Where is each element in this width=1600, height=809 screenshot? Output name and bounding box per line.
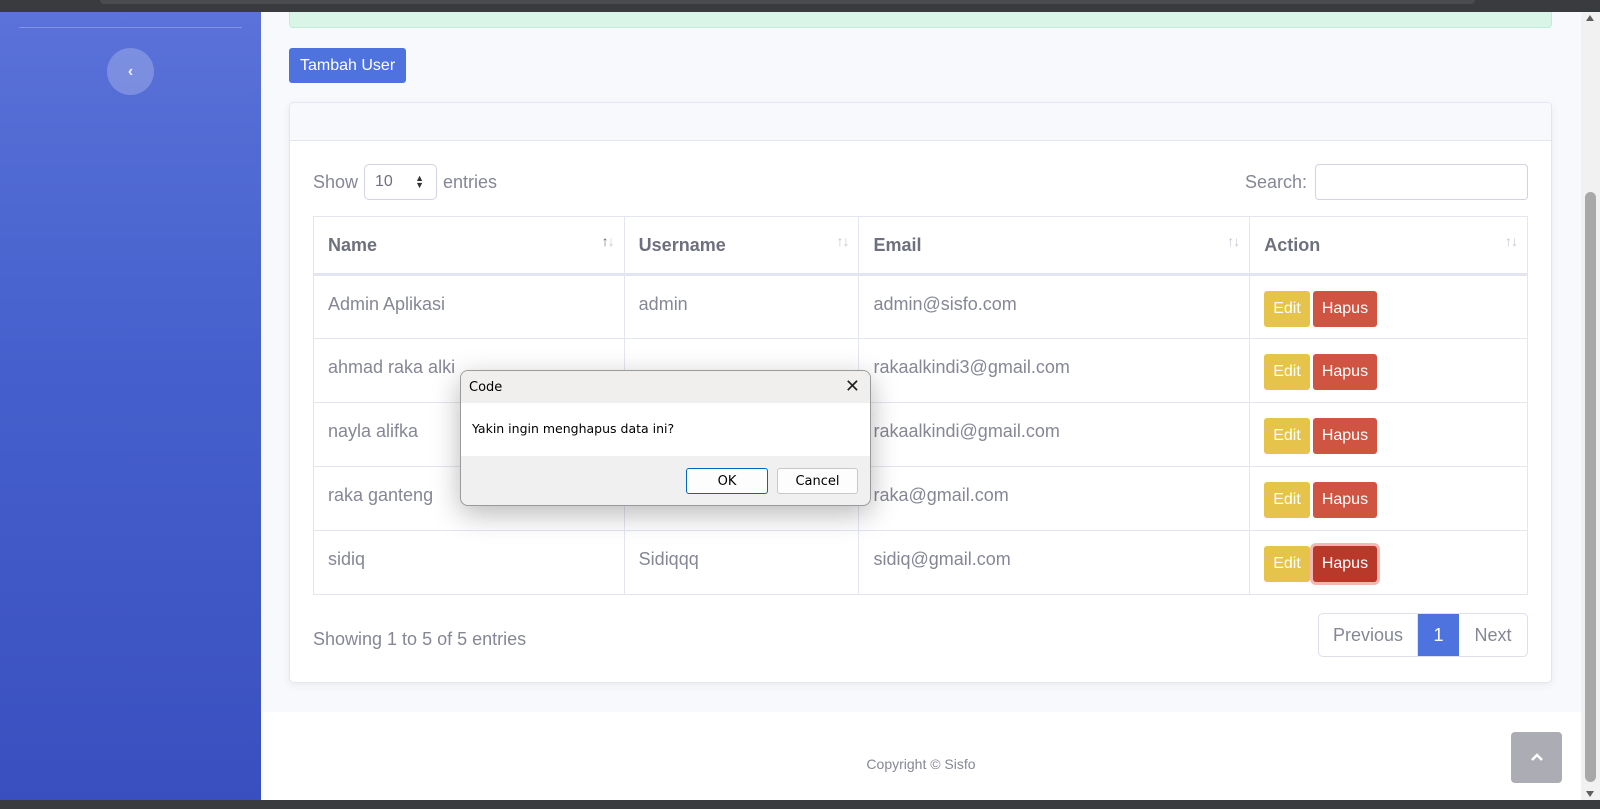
cell-name: Admin Aplikasi [313, 274, 625, 339]
dialog-title: Code [469, 380, 503, 395]
sidebar-divider [19, 27, 242, 28]
cell-email: rakaalkindi@gmail.com [858, 402, 1251, 467]
table-row: sidiq Sidiqqq sidiq@gmail.com Edit Hapus [313, 530, 1528, 595]
sort-icon: ↑↓ [1505, 233, 1518, 249]
length-label-suffix: entries [443, 171, 498, 192]
column-header-email[interactable]: Email ↑↓ [858, 216, 1251, 276]
table-header-row: Name ↑↓ Username ↑↓ Email ↑↓ Action ↑↓ [313, 216, 1528, 276]
edit-button[interactable]: Edit [1264, 354, 1310, 390]
delete-button[interactable]: Hapus [1312, 354, 1378, 390]
pagination-page-current[interactable]: 1 [1418, 614, 1459, 656]
edit-button[interactable]: Edit [1264, 546, 1310, 582]
chevron-left-icon: ‹ [127, 62, 134, 80]
dialog-body: Yakin ingin menghapus data ini? [461, 403, 870, 456]
dialog-cancel-button[interactable]: Cancel [777, 468, 858, 494]
sort-icon: ↑↓ [1227, 233, 1240, 249]
sidebar: ‹ [0, 12, 261, 800]
edit-button[interactable]: Edit [1264, 291, 1310, 327]
entries-length-control: Show 10 ▲ ▼ entries [313, 164, 497, 200]
table-search: Search: [1245, 164, 1528, 200]
dialog-message: Yakin ingin menghapus data ini? [472, 421, 675, 436]
browser-bottom-edge [0, 800, 1600, 809]
cell-username: Sidiqqq [623, 530, 860, 595]
cell-action: Edit Hapus [1249, 274, 1528, 339]
chevron-up-icon [1530, 749, 1544, 767]
cell-email: sidiq@gmail.com [858, 530, 1251, 595]
sort-caret-icon: ▲ ▼ [415, 173, 425, 190]
sidebar-toggle-button[interactable]: ‹ [107, 48, 154, 95]
delete-button[interactable]: Hapus [1312, 482, 1378, 518]
dialog-ok-button[interactable]: OK [686, 468, 768, 494]
column-header-name[interactable]: Name ↑↓ [313, 216, 625, 276]
cell-action: Edit Hapus [1249, 338, 1528, 403]
pagination-next[interactable]: Next [1459, 614, 1527, 656]
cell-email: raka@gmail.com [858, 466, 1251, 531]
scroll-to-top-button[interactable] [1511, 732, 1562, 783]
add-user-button[interactable]: Tambah User [289, 48, 407, 83]
sort-icon: ↑↓ [601, 233, 615, 249]
close-icon[interactable]: ✕ [845, 376, 860, 397]
pagination-previous[interactable]: Previous [1319, 614, 1418, 656]
scrollbar-thumb[interactable] [1585, 192, 1596, 782]
cell-email: rakaalkindi3@gmail.com [858, 338, 1251, 403]
browser-top-edge [0, 0, 1600, 12]
edit-button[interactable]: Edit [1264, 418, 1310, 454]
length-label-prefix: Show [313, 171, 359, 192]
cell-action: Edit Hapus [1249, 530, 1528, 595]
cell-username: admin [623, 274, 860, 339]
sort-icon: ↑↓ [836, 233, 849, 249]
page-scrollbar[interactable] [1581, 12, 1600, 800]
footer: Copyright © Sisfo [261, 712, 1581, 800]
success-alert [289, 12, 1552, 28]
dialog-titlebar [461, 371, 870, 403]
table-info: Showing 1 to 5 of 5 entries [313, 629, 527, 649]
cell-email: admin@sisfo.com [858, 274, 1251, 339]
column-header-username[interactable]: Username ↑↓ [623, 216, 860, 276]
pagination: Previous 1 Next [1318, 613, 1528, 657]
cell-name: sidiq [313, 530, 625, 595]
column-header-action[interactable]: Action ↑↓ [1249, 216, 1528, 276]
card-header [290, 103, 1551, 141]
edit-button[interactable]: Edit [1264, 482, 1310, 518]
delete-button[interactable]: Hapus [1312, 418, 1378, 454]
search-input[interactable] [1315, 164, 1528, 200]
table-row: Admin Aplikasi admin admin@sisfo.com Edi… [313, 274, 1528, 339]
search-label: Search: [1244, 171, 1307, 192]
delete-button-focused[interactable]: Hapus [1312, 546, 1378, 582]
entries-select-value: 10 [375, 173, 393, 190]
page-viewport: ‹ Tambah User Show 10 ▲ ▼ entries Search:… [0, 12, 1600, 800]
entries-select[interactable]: 10 ▲ ▼ [364, 164, 438, 200]
delete-button[interactable]: Hapus [1312, 291, 1378, 327]
scroll-up-arrow-icon[interactable] [1586, 15, 1594, 21]
cell-action: Edit Hapus [1249, 466, 1528, 531]
copyright-text: Copyright © Sisfo [866, 756, 976, 772]
confirm-dialog: Code ✕ Yakin ingin menghapus data ini? O… [460, 370, 871, 506]
browser-tab-strip [100, 0, 1475, 4]
scroll-down-arrow-icon[interactable] [1586, 791, 1594, 797]
cell-action: Edit Hapus [1249, 402, 1528, 467]
